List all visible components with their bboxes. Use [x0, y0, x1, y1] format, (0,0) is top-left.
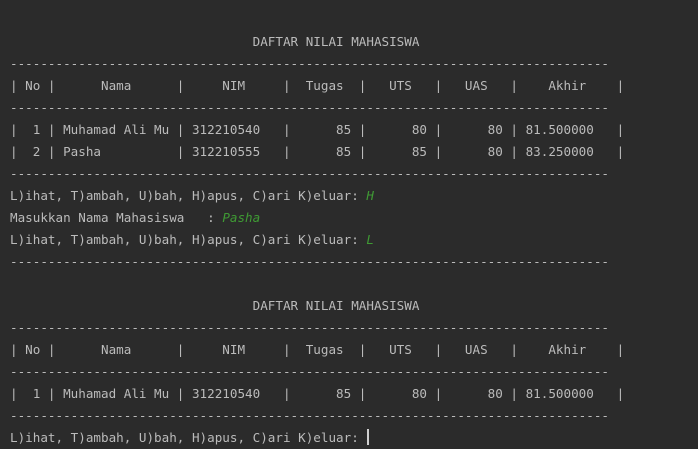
menu-prompt-line: L)ihat, T)ambah, U)bah, H)apus, C)ari K)… [10, 185, 698, 207]
table-border: ----------------------------------------… [10, 100, 609, 115]
menu-prompt-line: L)ihat, T)ambah, U)bah, H)apus, C)ari K)… [10, 229, 698, 251]
table-border: ----------------------------------------… [10, 56, 609, 71]
console-output: DAFTAR NILAI MAHASISWA -----------------… [10, 9, 698, 449]
table-row: | 1 | Muhamad Ali Mu | 312210540 | 85 | … [10, 386, 625, 401]
user-input: Pasha [222, 210, 261, 225]
user-input: L [366, 232, 374, 247]
menu-prompt: L)ihat, T)ambah, U)bah, H)apus, C)ari K)… [10, 430, 367, 445]
name-prompt-line: Masukkan Nama Mahasiswa : Pasha [10, 207, 698, 229]
table-header: | No | Nama | NIM | Tugas | UTS | UAS | … [10, 78, 625, 93]
table-title: DAFTAR NILAI MAHASISWA [10, 298, 420, 313]
console-window: { "console": { "lines": [ {"text": ""}, … [0, 0, 698, 445]
table-row: | 1 | Muhamad Ali Mu | 312210540 | 85 | … [10, 122, 625, 137]
table-border: ----------------------------------------… [10, 254, 609, 269]
menu-prompt: L)ihat, T)ambah, U)bah, H)apus, C)ari K)… [10, 232, 367, 247]
table-header: | No | Nama | NIM | Tugas | UTS | UAS | … [10, 342, 625, 357]
text-cursor[interactable] [367, 429, 370, 445]
table-border: ----------------------------------------… [10, 408, 609, 423]
table-row: | 2 | Pasha | 312210555 | 85 | 85 | 80 |… [10, 144, 625, 159]
name-prompt: Masukkan Nama Mahasiswa : [10, 210, 223, 225]
menu-prompt: L)ihat, T)ambah, U)bah, H)apus, C)ari K)… [10, 188, 367, 203]
user-input: H [366, 188, 374, 203]
table-title: DAFTAR NILAI MAHASISWA [10, 34, 420, 49]
menu-prompt-line[interactable]: L)ihat, T)ambah, U)bah, H)apus, C)ari K)… [10, 427, 698, 449]
table-border: ----------------------------------------… [10, 320, 609, 335]
table-border: ----------------------------------------… [10, 364, 609, 379]
table-border: ----------------------------------------… [10, 166, 609, 181]
